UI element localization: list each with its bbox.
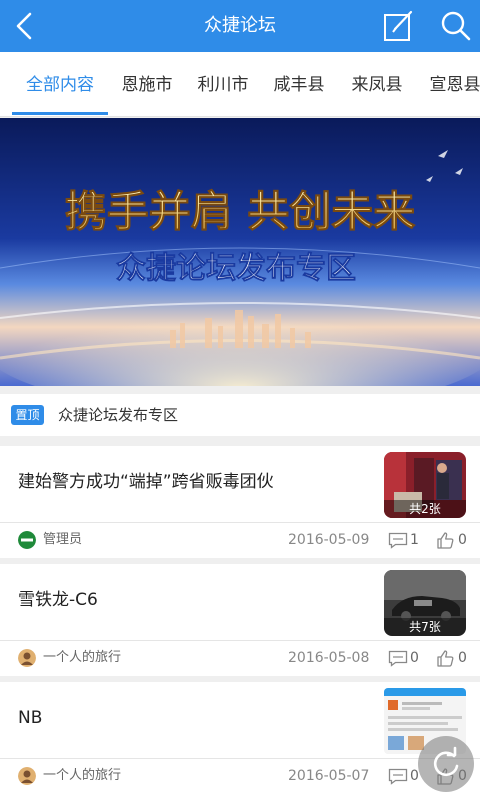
avatar	[18, 767, 36, 785]
refresh-icon	[433, 746, 459, 777]
post-item[interactable]: 建始警方成功“端掉”跨省贩毒团伙 共2张 管理员 2016-05-09 1 0	[0, 446, 480, 558]
banner-headline: 携手并肩 共创未来	[65, 187, 416, 236]
search-button[interactable]	[438, 8, 474, 44]
thumbnail-count: 共7张	[384, 618, 466, 636]
tab-all-content[interactable]: 全部内容	[14, 52, 106, 116]
tab-enshi[interactable]: 恩施市	[112, 52, 182, 116]
post-date: 2016-05-09	[288, 532, 370, 548]
pinned-title: 众捷论坛发布专区	[58, 406, 179, 424]
comment-count: 0	[410, 650, 419, 666]
banner-subtitle: 众捷论坛发布专区	[116, 251, 356, 286]
search-icon	[441, 11, 471, 41]
post-meta: 一个人的旅行 2016-05-08 0 0	[0, 640, 480, 674]
post-author: 管理员	[43, 532, 83, 547]
post-item[interactable]: NB 一个人的旅行 2016-05-07 0	[0, 682, 480, 800]
comment-icon[interactable]	[388, 768, 408, 785]
compose-button[interactable]	[382, 8, 416, 44]
post-thumbnail[interactable]: 共7张	[384, 570, 466, 636]
tab-xuanen[interactable]: 宣恩县	[420, 52, 480, 116]
pinned-badge: 置顶	[11, 405, 44, 425]
post-title: NB	[18, 708, 43, 728]
thumbs-up-icon[interactable]	[436, 531, 454, 549]
thumbs-up-icon[interactable]	[436, 649, 454, 667]
comment-icon[interactable]	[388, 650, 408, 667]
post-meta: 管理员 2016-05-09 1 0	[0, 522, 480, 556]
avatar	[18, 649, 36, 667]
post-thumbnail[interactable]: 共2张	[384, 452, 466, 518]
avatar	[18, 531, 36, 549]
post-author: 一个人的旅行	[43, 650, 122, 665]
pinned-row[interactable]: 置顶 众捷论坛发布专区	[0, 394, 480, 436]
post-date: 2016-05-07	[288, 768, 370, 784]
banner[interactable]: 携手并肩 共创未来 众捷论坛发布专区	[0, 118, 480, 386]
comment-icon[interactable]	[388, 532, 408, 549]
tab-laifeng[interactable]: 来凤县	[342, 52, 412, 116]
like-count: 0	[458, 650, 467, 666]
thumbnail-count: 共2张	[384, 500, 466, 518]
post-author: 一个人的旅行	[43, 768, 122, 783]
refresh-button[interactable]	[418, 736, 474, 792]
edit-icon	[384, 10, 413, 41]
post-item[interactable]: 雪铁龙-C6 共7张 一个人的旅行 2016-05-08 0 0	[0, 564, 480, 676]
post-title: 建始警方成功“端掉”跨省贩毒团伙	[18, 472, 274, 492]
active-tab-indicator	[12, 112, 108, 115]
post-title: 雪铁龙-C6	[18, 590, 98, 610]
tab-xianfeng[interactable]: 咸丰县	[264, 52, 334, 116]
like-count: 0	[458, 532, 467, 548]
comment-count: 1	[410, 532, 419, 548]
tab-lichuan[interactable]: 利川市	[188, 52, 258, 116]
banner-image: 携手并肩 共创未来 众捷论坛发布专区	[0, 118, 480, 386]
top-bar: 众捷论坛	[0, 0, 480, 52]
region-tabs: 全部内容 恩施市 利川市 咸丰县 来凤县 宣恩县	[0, 52, 480, 117]
post-meta: 一个人的旅行 2016-05-07 0 0	[0, 758, 480, 792]
post-date: 2016-05-08	[288, 650, 370, 666]
